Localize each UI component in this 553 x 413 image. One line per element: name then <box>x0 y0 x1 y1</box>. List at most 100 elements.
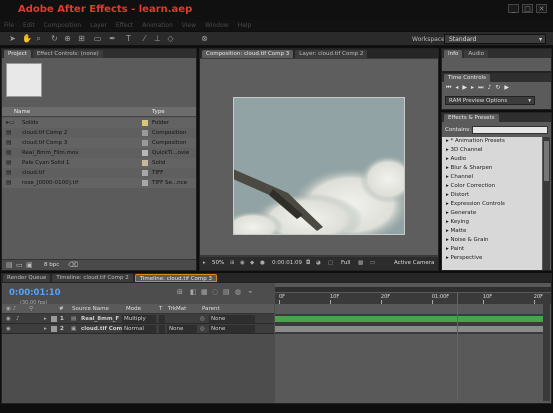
label-color-swatch[interactable] <box>51 326 57 332</box>
motion-blur-icon[interactable]: ◍ <box>235 288 241 296</box>
visibility-eye-icon[interactable]: ◉ <box>6 314 11 324</box>
project-item[interactable]: ▤ Pale Cyan Solid 1 Solid <box>2 158 196 168</box>
maximize-button[interactable]: □ <box>522 4 533 13</box>
effects-category-item[interactable]: ▸ Noise & Grain <box>442 236 542 245</box>
menu-animation[interactable]: Animation <box>142 20 173 31</box>
new-folder-icon[interactable]: ▭ <box>16 261 23 269</box>
safe-zones-icon[interactable]: ⊞ <box>230 257 235 270</box>
effects-category-item[interactable]: ▸ Generate <box>442 209 542 218</box>
camera-tool-icon[interactable]: ⊕ <box>63 34 72 43</box>
layer-name[interactable]: Real_8mm_F <box>81 314 119 324</box>
column-name[interactable]: Name <box>14 107 30 117</box>
menu-effect[interactable]: Effect <box>116 20 133 31</box>
tab-project[interactable]: Project <box>4 50 31 58</box>
preserve-transparency-checkbox[interactable] <box>159 315 165 323</box>
preserve-transparency-checkbox[interactable] <box>159 325 165 333</box>
column-parent[interactable]: Parent <box>202 304 220 314</box>
layer-trkmat-select[interactable]: None <box>167 325 197 333</box>
loop-icon[interactable]: ↻ <box>495 84 504 91</box>
zoom-select[interactable]: 50% <box>212 257 224 270</box>
camera-select[interactable]: Active Camera <box>394 257 434 270</box>
tab-layer[interactable]: Layer: cloud.tif Comp 2 <box>295 50 368 58</box>
graph-editor-icon[interactable]: ⌁ <box>248 288 252 296</box>
playhead[interactable] <box>457 293 459 401</box>
current-time-field[interactable]: 0:00:01:09 <box>272 257 302 270</box>
column-mode[interactable]: Mode <box>126 304 141 314</box>
project-item[interactable]: ▤ Real_8mm_Film.mov QuickTi...ovie <box>2 148 196 158</box>
menu-view[interactable]: View <box>182 20 196 31</box>
column-trkmat[interactable]: TrkMat <box>168 304 186 314</box>
draft-3d-icon[interactable]: ▦ <box>201 288 208 296</box>
layer-parent-select[interactable]: None <box>209 325 255 333</box>
visibility-eye-icon[interactable]: ◉ <box>6 324 11 334</box>
effects-scrollbar-thumb[interactable] <box>544 141 549 181</box>
tab-render-queue[interactable]: Render Queue <box>3 274 51 282</box>
pan-behind-tool-icon[interactable]: ⊞ <box>77 34 86 43</box>
effects-category-item[interactable]: ▸ * Animation Presets <box>442 137 542 146</box>
effects-category-item[interactable]: ▸ Channel <box>442 173 542 182</box>
label-color-swatch[interactable] <box>142 130 148 136</box>
effects-category-item[interactable]: ▸ Color Correction <box>442 182 542 191</box>
tab-effect-controls[interactable]: Effect Controls: (none) <box>32 50 103 58</box>
effects-category-item[interactable]: ▸ Blur & Sharpen <box>442 164 542 173</box>
label-color-swatch[interactable] <box>51 316 57 322</box>
region-of-interest-icon[interactable]: ▢ <box>328 257 333 270</box>
effects-category-item[interactable]: ▸ Keying <box>442 218 542 227</box>
expand-arrow-icon[interactable]: ▸ <box>44 314 47 324</box>
hand-tool-icon[interactable]: ✋ <box>22 34 32 43</box>
interpret-footage-icon[interactable]: ▤ <box>6 261 13 269</box>
minimize-button[interactable]: _ <box>508 4 519 13</box>
pick-whip-icon[interactable]: ◎ <box>200 314 205 324</box>
layer-mode-select[interactable]: Multiply <box>122 315 156 323</box>
menu-composition[interactable]: Composition <box>44 20 81 31</box>
brush-tool-icon[interactable]: ⁄ <box>140 34 149 43</box>
new-composition-icon[interactable]: ▣ <box>26 261 33 269</box>
label-color-swatch[interactable] <box>142 140 148 146</box>
column-number[interactable]: # <box>59 304 64 314</box>
effects-category-item[interactable]: ▸ Perspective <box>442 254 542 263</box>
layer-mode-select[interactable]: Normal <box>122 325 156 333</box>
effects-category-item[interactable]: ▸ Distort <box>442 191 542 200</box>
ram-preview-icon[interactable]: ▶ <box>504 84 513 91</box>
transparency-grid-icon[interactable]: ▩ <box>358 257 363 270</box>
project-item[interactable]: ▤ cloud.tif Comp 2 Composition <box>2 128 196 138</box>
rotate-tool-icon[interactable]: ↻ <box>50 34 59 43</box>
tab-info[interactable]: Info <box>444 50 463 58</box>
pen-tool-icon[interactable]: ✒ <box>108 34 117 43</box>
label-color-swatch[interactable] <box>142 170 148 176</box>
live-update-icon[interactable]: ◧ <box>190 288 197 296</box>
tab-composition[interactable]: Composition: cloud.tif Comp 3 <box>202 50 294 58</box>
expand-arrow-icon[interactable]: ▸ <box>44 324 47 334</box>
timeline-current-time[interactable]: 0:00:01:10 <box>9 288 61 298</box>
timeline-layer-row[interactable]: ◉ ▸ 2 ▣ cloud.tif Com Normal None ◎ None <box>2 324 274 334</box>
label-color-swatch[interactable] <box>142 150 148 156</box>
show-snapshot-icon[interactable]: ◆ <box>250 257 254 270</box>
layer-duration-bar[interactable] <box>275 316 543 322</box>
layer-name[interactable]: cloud.tif Com <box>81 324 122 334</box>
resolution-select[interactable]: Full <box>341 257 350 270</box>
hide-shy-icon[interactable]: ◌ <box>212 288 218 296</box>
rectangle-mask-tool-icon[interactable]: ▭ <box>93 34 102 43</box>
trash-icon[interactable]: ⌫ <box>68 261 78 269</box>
column-t[interactable]: T <box>159 304 162 314</box>
bit-depth-label[interactable]: 8 bpc <box>44 262 59 268</box>
text-tool-icon[interactable]: T <box>124 34 133 43</box>
effects-category-item[interactable]: ▸ Expression Controls <box>442 200 542 209</box>
effects-search-input[interactable] <box>472 126 548 134</box>
effects-category-item[interactable]: ▸ 3D Channel <box>442 146 542 155</box>
pick-whip-icon[interactable]: ◎ <box>200 324 205 334</box>
always-preview-icon[interactable]: ▸ <box>203 257 206 270</box>
effects-scrollbar[interactable] <box>543 137 550 270</box>
take-snapshot-icon[interactable]: ◘ <box>306 257 310 270</box>
tab-effects-presets[interactable]: Effects & Presets <box>444 114 499 122</box>
tab-time-controls[interactable]: Time Controls <box>444 74 490 82</box>
timeline-scrollbar[interactable] <box>543 293 550 401</box>
menu-file[interactable]: File <box>4 20 14 31</box>
play-icon[interactable]: ▶ <box>462 84 471 91</box>
comp-mini-flowchart-icon[interactable]: ⊞ <box>177 288 183 296</box>
region-icon[interactable]: ▭ <box>370 257 375 270</box>
timeline-layer-row[interactable]: ◉ ♪ ▸ 1 ▤ Real_8mm_F Multiply ◎ None <box>2 314 274 324</box>
project-item[interactable]: ▤ cloud.tif Comp 3 Composition <box>2 138 196 148</box>
column-source-name[interactable]: Source Name <box>72 304 109 314</box>
column-type[interactable]: Type <box>152 107 165 117</box>
